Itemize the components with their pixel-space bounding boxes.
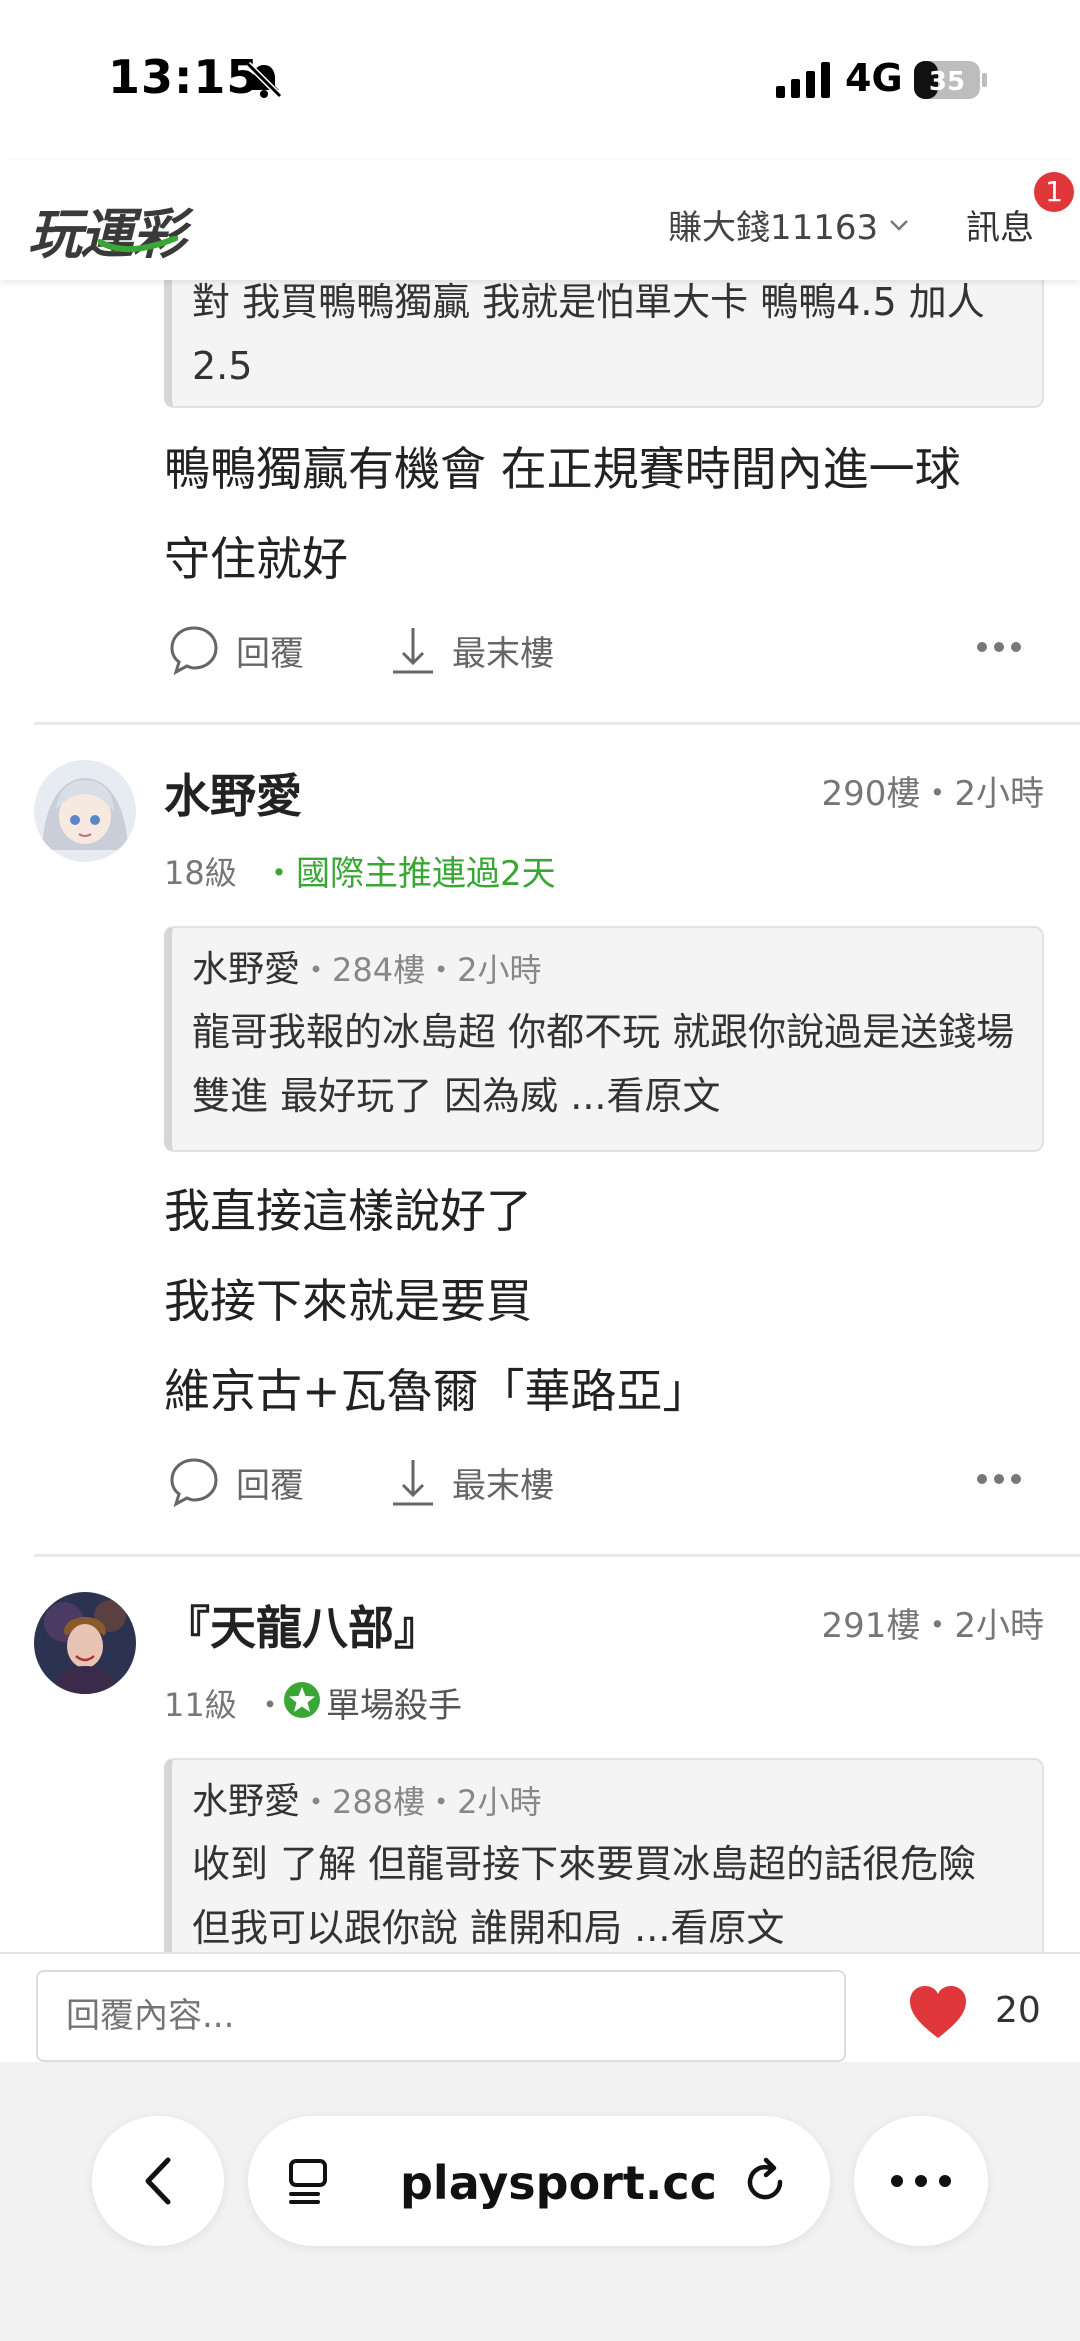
- body-line: 維京古+瓦魯爾「華路亞」: [164, 1364, 709, 1418]
- ellipsis-icon: [891, 2175, 951, 2187]
- reload-icon[interactable]: [740, 2156, 790, 2206]
- like-count: 20: [995, 1990, 1041, 2031]
- bell-off-icon: [245, 61, 283, 99]
- post-actions: 回覆 最末樓: [164, 1456, 1044, 1516]
- reply-bar: 20: [0, 1952, 1080, 2062]
- quote-floor-time: ・288樓・2小時: [300, 1783, 542, 1821]
- status-time: 13:15: [108, 50, 260, 104]
- network-type: 4G: [845, 56, 903, 100]
- user-level: 11級: [164, 1686, 237, 1724]
- post-body: 我直接這樣說好了 我接下來就是要買 維京古+瓦魯爾「華路亞」: [164, 1166, 709, 1436]
- avatar[interactable]: [34, 760, 136, 862]
- user-menu[interactable]: 賺大錢11163: [668, 200, 912, 249]
- last-floor-button[interactable]: 最末樓: [390, 624, 554, 676]
- quote-meta: 水野愛・288樓・2小時: [192, 1772, 1022, 1824]
- url-text: playsport.cc: [400, 2156, 717, 2210]
- quoted-reply[interactable]: 水野愛・288樓・2小時 收到 了解 但龍哥接下來要買冰島超的話很危險 但我可以…: [164, 1758, 1044, 1984]
- quoted-reply[interactable]: 對 我買鴨鴨獨贏 我就是怕單大卡 鴨鴨4.5 加人2.5: [164, 258, 1044, 408]
- reply-button[interactable]: 回覆: [168, 1456, 304, 1508]
- logo-text: 玩運彩: [28, 202, 186, 266]
- quoted-reply[interactable]: 水野愛・284樓・2小時 龍哥我報的冰島超 你都不玩 就跟你說過是送錢場 雙進 …: [164, 926, 1044, 1152]
- more-options-icon[interactable]: [974, 632, 1024, 662]
- user-tag: ・國際主推連過2天: [262, 854, 556, 894]
- author-name[interactable]: 水野愛: [164, 760, 302, 826]
- floor-time: 290樓・2小時: [821, 774, 1044, 814]
- messages-link[interactable]: 訊息: [966, 200, 1034, 249]
- username: 賺大錢11163: [668, 208, 879, 248]
- post-body: 鴨鴨獨贏有機會 在正規賽時間內進一球 守住就好: [164, 424, 961, 604]
- back-button[interactable]: [92, 2116, 224, 2246]
- messages-badge: 1: [1034, 172, 1074, 212]
- reply-input[interactable]: [36, 1970, 846, 2062]
- floor-time: 291樓・2小時: [821, 1606, 1044, 1646]
- quote-text: 對 我買鴨鴨獨贏 我就是怕單大卡 鴨鴨4.5 加人2.5: [192, 280, 985, 388]
- reply-button[interactable]: 回覆: [168, 624, 304, 676]
- body-line: 鴨鴨獨贏有機會 在正規賽時間內進一球: [164, 442, 961, 496]
- quote-text: 收到 了解 但龍哥接下來要買冰島超的話很危險 但我可以跟你說 誰開和局 ...看…: [192, 1842, 977, 1950]
- status-bar: 13:15 4G 35: [0, 0, 1080, 160]
- last-floor-button[interactable]: 最末樓: [390, 1456, 554, 1508]
- author-name[interactable]: 『天龍八部』: [164, 1592, 440, 1658]
- more-options-icon[interactable]: [974, 1464, 1024, 1494]
- app-header: 玩運彩 賺大錢11163 訊息 1: [0, 160, 1080, 280]
- user-level: 18級: [164, 854, 237, 892]
- quote-author: 水野愛: [192, 1781, 301, 1822]
- address-bar[interactable]: playsport.cc: [248, 2116, 830, 2246]
- avatar[interactable]: [34, 1592, 136, 1694]
- download-arrow-icon: [393, 1460, 433, 1506]
- body-line: 我接下來就是要買: [164, 1274, 532, 1328]
- quote-meta: 水野愛・284樓・2小時: [192, 940, 1022, 992]
- avatar-image: [34, 1592, 136, 1694]
- body-line: 守住就好: [164, 532, 348, 586]
- chevron-down-icon: [890, 219, 909, 231]
- site-logo[interactable]: 玩運彩: [28, 180, 228, 266]
- battery-level: 35: [929, 67, 965, 97]
- browser-toolbar: playsport.cc: [0, 2062, 1080, 2341]
- quote-text: 龍哥我報的冰島超 你都不玩 就跟你說過是送錢場 雙進 最好玩了 因為威 ...看…: [192, 1010, 1015, 1118]
- logo-swoosh-icon: [98, 236, 178, 253]
- download-arrow-icon: [393, 628, 433, 674]
- signal-icon: [776, 62, 830, 98]
- heart-icon[interactable]: [908, 1984, 968, 2040]
- comment-icon: [170, 626, 218, 676]
- post-actions: 回覆 最末樓: [164, 624, 1044, 684]
- quote-floor-time: ・284樓・2小時: [300, 951, 542, 989]
- quote-author: 水野愛: [192, 949, 301, 990]
- body-line: 我直接這樣說好了: [164, 1184, 532, 1238]
- comment-icon: [170, 1458, 218, 1508]
- browser-more-button[interactable]: [854, 2116, 988, 2246]
- chevron-left-icon: [145, 2157, 171, 2205]
- avatar-image: [34, 760, 136, 862]
- divider: [34, 722, 1080, 725]
- page-menu-icon: [289, 2159, 327, 2204]
- divider: [34, 1554, 1080, 1557]
- user-tag: 單場殺手: [326, 1686, 462, 1726]
- battery-icon: 35: [914, 61, 987, 99]
- killer-badge-icon: [284, 1682, 320, 1718]
